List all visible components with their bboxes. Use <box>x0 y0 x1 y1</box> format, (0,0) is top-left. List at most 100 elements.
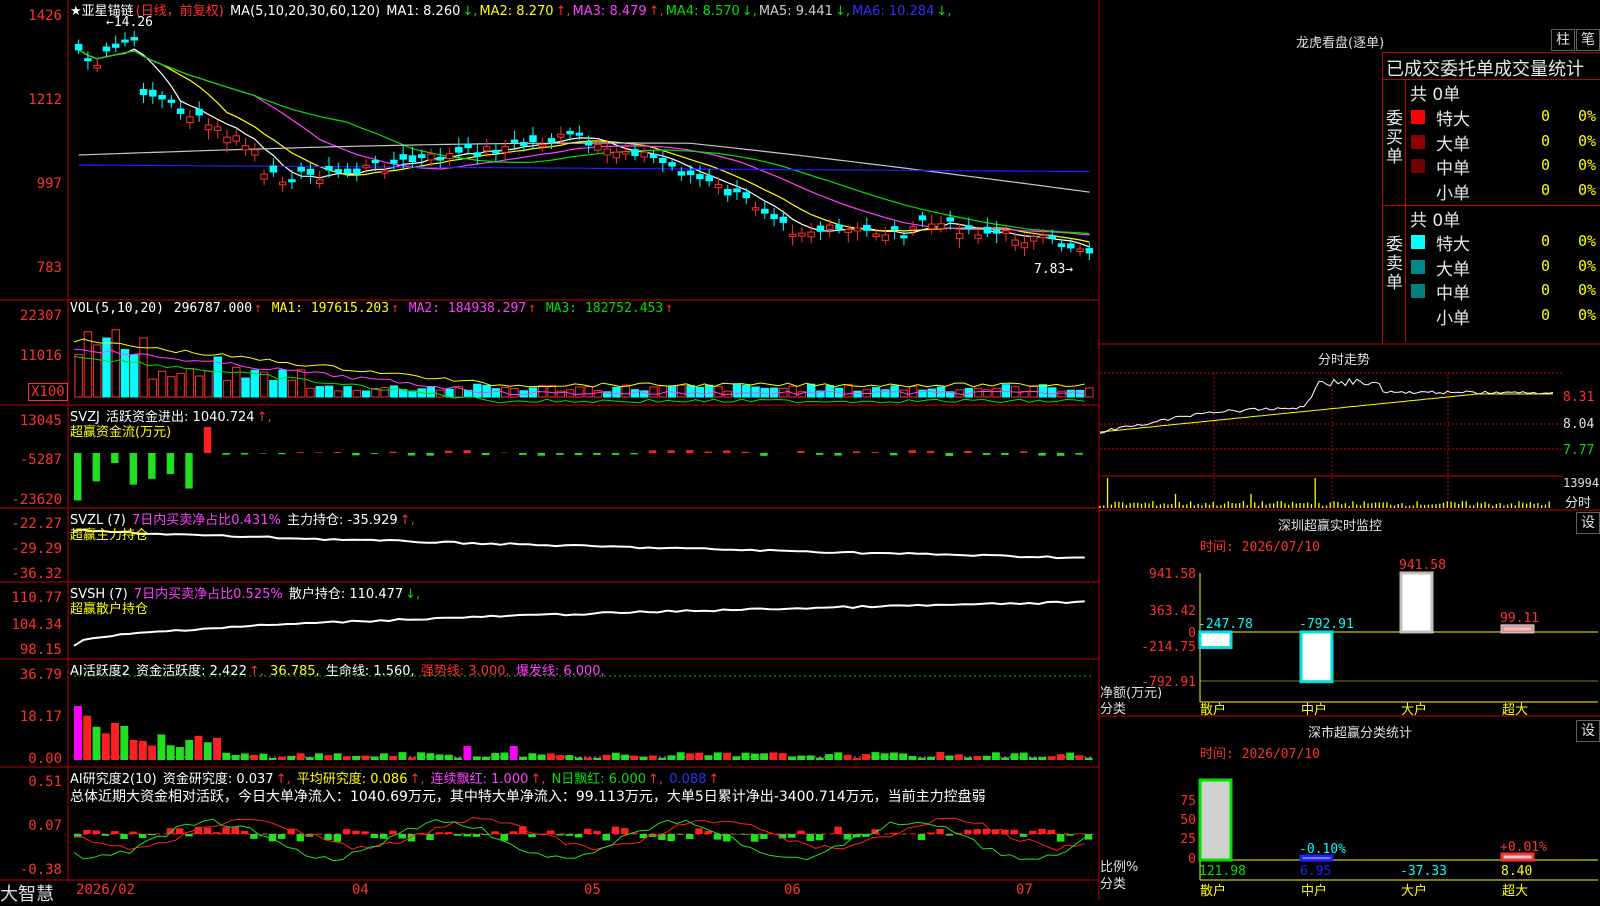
candle <box>168 100 174 102</box>
research-bar <box>259 834 266 835</box>
ma-line-6 <box>79 165 1090 172</box>
date-tick: 2026/02 <box>76 882 135 898</box>
sz-monitor-settings-button[interactable]: 设 <box>1576 512 1600 534</box>
candle <box>511 140 517 142</box>
active-bar <box>714 752 722 760</box>
active-bar <box>306 757 314 760</box>
main-ytick: 783 <box>0 260 62 276</box>
volume-bar <box>121 350 128 397</box>
volume-bar <box>474 384 481 397</box>
volume-bar <box>594 391 601 397</box>
volume-bar <box>743 385 750 397</box>
candle <box>493 150 499 153</box>
sz-monitor-value-label: 941.58 <box>1399 558 1446 573</box>
fund-flow-bar <box>297 452 304 453</box>
volume-bar <box>131 355 138 397</box>
svzj-ytick: -5287 <box>0 452 62 468</box>
active-bar <box>593 758 601 760</box>
arrow: ↑, <box>249 664 264 679</box>
active-bar <box>538 754 546 760</box>
candle <box>326 166 332 170</box>
volume-bar <box>297 370 304 397</box>
fund-flow-bar <box>371 453 378 454</box>
active-bar <box>491 753 499 760</box>
research-bar <box>232 827 239 834</box>
arrow: ↓, <box>742 4 757 19</box>
vol-unit-button[interactable]: X100 <box>28 383 68 401</box>
sz-class-category: 大户 <box>1401 883 1427 899</box>
research-bar <box>473 834 480 837</box>
intraday-ytick: 8.31 <box>1563 390 1594 405</box>
research-bar <box>463 834 470 836</box>
active-bar <box>918 758 926 760</box>
active-bar <box>1057 754 1065 760</box>
volume-bar <box>483 385 490 397</box>
candle <box>706 176 712 181</box>
app-logo[interactable]: 大智慧 <box>0 880 54 906</box>
svzl-ytick: -22.27 <box>0 516 62 532</box>
candle <box>75 45 81 50</box>
volume-bar <box>576 387 583 397</box>
active-bar <box>556 755 564 760</box>
arrow: ↓, <box>835 4 850 19</box>
candle <box>687 171 693 175</box>
svsh-ratio: 7日内买卖净占比0.525% <box>134 587 283 602</box>
arrow: ↓, <box>462 4 477 19</box>
sz-class-settings-button[interactable]: 设 <box>1576 720 1600 742</box>
fund-flow-bar <box>352 453 359 455</box>
chart-canvas[interactable]: 941.58363.420-214.75-792.91-247.78散户-792… <box>0 0 1600 900</box>
sell-row-pct: 0% <box>1578 232 1596 250</box>
volume-bar <box>344 387 351 397</box>
candle <box>604 149 610 155</box>
candle <box>817 226 823 231</box>
volume-bar <box>446 389 453 397</box>
fund-flow-bar <box>723 451 730 453</box>
candle <box>641 152 647 157</box>
sell-swatch <box>1411 235 1425 249</box>
fund-flow-bar <box>93 453 100 481</box>
research-bar <box>760 834 767 839</box>
active-bar <box>723 753 731 760</box>
volume-bar <box>75 355 82 397</box>
ai-research-label: AI研究度2(10) <box>70 772 157 787</box>
arrow: ↑, <box>648 772 663 787</box>
ai-active-burst: 爆发线: 6.000, <box>516 664 605 679</box>
candle <box>613 152 619 158</box>
volume-bar <box>362 391 369 397</box>
fund-flow-bar <box>482 453 489 455</box>
candle <box>520 142 526 145</box>
active-bar <box>1029 757 1037 760</box>
active-bar <box>74 706 82 760</box>
volume-bar <box>650 387 657 397</box>
tick-mode-button[interactable]: 笔 <box>1576 29 1600 51</box>
candle <box>993 230 999 233</box>
fund-flow-bar <box>909 450 916 453</box>
low-price-label: 7.83→ <box>1034 262 1073 277</box>
candle <box>437 157 443 160</box>
volume-bar <box>149 379 156 397</box>
active-bar <box>1085 758 1093 760</box>
candle <box>354 169 360 174</box>
arrow: ↑, <box>409 772 424 787</box>
active-bar <box>936 752 944 760</box>
sell-row-label: 小单 <box>1436 304 1470 329</box>
fund-flow-bar <box>463 450 470 453</box>
ai-active-ytick: 18.17 <box>0 709 62 725</box>
research-bar <box>918 834 925 840</box>
active-bar <box>352 756 360 760</box>
candle <box>845 229 851 232</box>
active-bar <box>324 755 332 760</box>
active-bar <box>547 753 555 760</box>
sz-class-value: -37.33 <box>1400 864 1447 879</box>
sz-monitor-xlabel: 分类 <box>1100 698 1126 717</box>
candle <box>530 136 536 142</box>
buy-row-label: 中单 <box>1436 154 1470 179</box>
active-bar <box>1066 753 1074 760</box>
fund-flow-bar <box>742 452 749 453</box>
active-bar <box>250 755 258 760</box>
sz-class-category: 中户 <box>1301 883 1327 899</box>
research-bar <box>936 829 943 834</box>
bar-mode-button[interactable]: 柱 <box>1551 29 1575 51</box>
active-bar <box>380 753 388 760</box>
ai-active-v2: 36.785, <box>270 664 320 679</box>
